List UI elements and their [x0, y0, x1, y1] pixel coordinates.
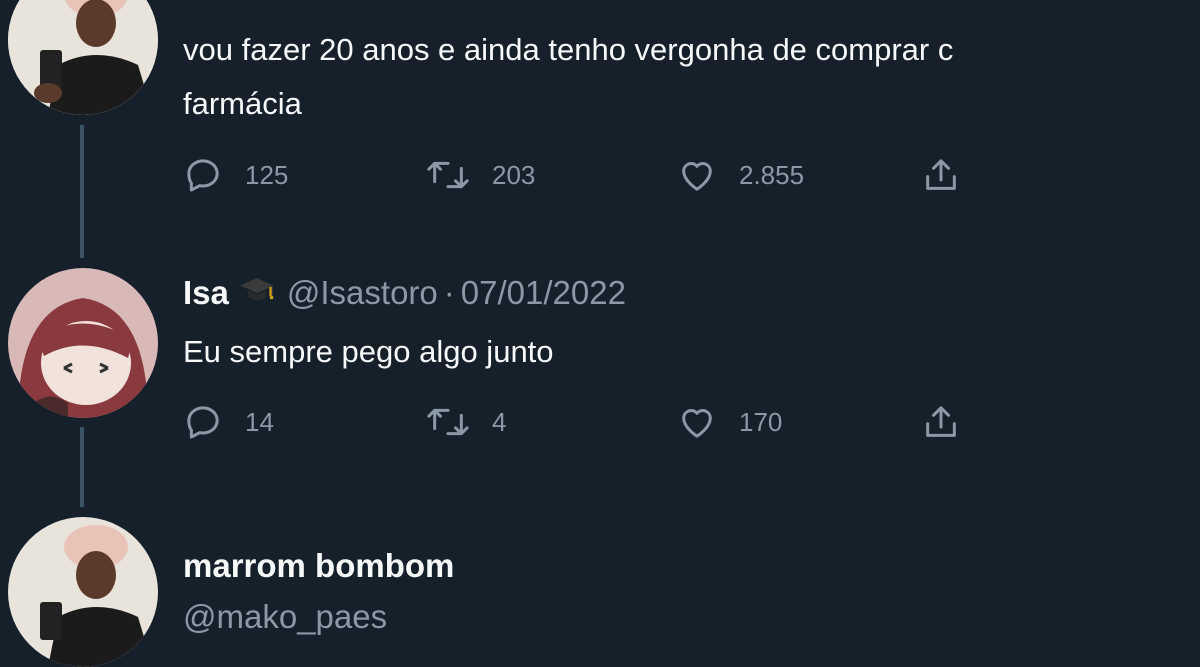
- retweet-count: 4: [492, 406, 507, 437]
- retweet-icon: [427, 408, 469, 436]
- like-button[interactable]: 2.855: [677, 153, 804, 197]
- share-button[interactable]: [921, 400, 983, 444]
- display-name[interactable]: marrom bombom: [183, 547, 454, 585]
- reply-icon: [187, 406, 219, 439]
- avatar-tweet-2[interactable]: [8, 268, 158, 418]
- meta-separator: ·: [443, 274, 455, 311]
- tweet-2-text: Eu sempre pego algo junto: [183, 334, 554, 369]
- like-count: 170: [739, 406, 783, 437]
- tweet-thread: vou fazer 20 anos e ainda tenho vergonha…: [0, 0, 1200, 667]
- tweet-date[interactable]: 07/01/2022: [461, 274, 626, 312]
- tweet-3-header: marrom bombom: [183, 547, 454, 585]
- avatar-tweet-3[interactable]: [8, 517, 158, 667]
- reply-count: 125: [245, 159, 289, 190]
- tweet-1-text-line-1: vou fazer 20 anos e ainda tenho vergonha…: [183, 32, 954, 67]
- tweet-2-header: Isa @Isastoro · 07/01/2022: [183, 268, 626, 312]
- share-button[interactable]: [921, 153, 983, 197]
- display-name[interactable]: Isa: [183, 274, 229, 312]
- user-handle[interactable]: @Isastoro: [287, 274, 438, 312]
- like-count: 2.855: [739, 159, 805, 190]
- retweet-button[interactable]: 4: [426, 400, 506, 444]
- reply-icon: [187, 159, 219, 192]
- user-handle[interactable]: @mako_paes: [183, 598, 387, 636]
- avatar-tweet-1[interactable]: [8, 0, 158, 115]
- retweet-button[interactable]: 203: [426, 153, 535, 197]
- heart-icon: [682, 409, 712, 438]
- share-icon: [926, 159, 956, 190]
- heart-icon: [682, 162, 712, 191]
- reply-button[interactable]: 125: [183, 153, 288, 197]
- tweet-1-text-line-2: farmácia: [183, 86, 302, 121]
- reply-button[interactable]: 14: [183, 400, 274, 444]
- thread-connector-2: [80, 427, 84, 507]
- retweet-icon: [427, 161, 469, 189]
- reply-count: 14: [245, 406, 274, 437]
- retweet-count: 203: [492, 159, 536, 190]
- share-icon: [926, 406, 956, 437]
- thread-connector-1: [80, 125, 84, 258]
- like-button[interactable]: 170: [677, 400, 782, 444]
- graduation-cap-icon: [239, 272, 279, 316]
